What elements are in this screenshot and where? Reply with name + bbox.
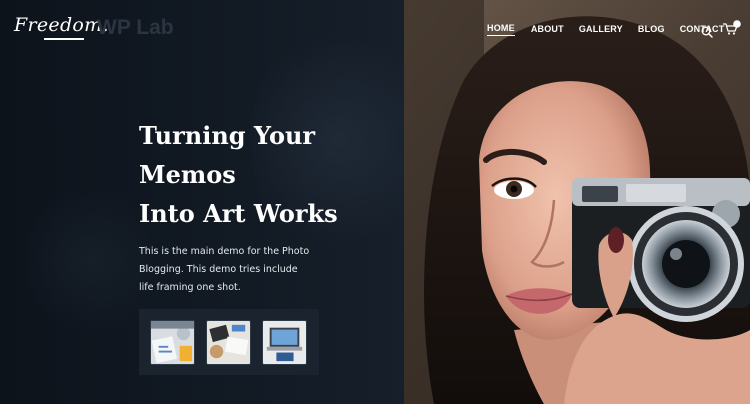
hero-title-line: Turning Your bbox=[139, 121, 316, 150]
hero-text-panel: Freedom. WP Lab Turning Your Memos Into … bbox=[0, 0, 404, 404]
nav-about[interactable]: ABOUT bbox=[531, 24, 564, 34]
nav-blog[interactable]: BLOG bbox=[638, 24, 665, 34]
cart-badge bbox=[733, 20, 741, 28]
hero-title-line: Into Art Works bbox=[139, 199, 338, 228]
desk-thumbnail[interactable] bbox=[206, 319, 251, 365]
main-nav: HOME ABOUT GALLERY BLOG CONTACT bbox=[487, 22, 724, 36]
site-logo[interactable]: Freedom. bbox=[14, 14, 109, 36]
workspace-thumbnail[interactable] bbox=[150, 319, 195, 365]
cart-icon[interactable] bbox=[722, 20, 742, 36]
site-ghost-title: WP Lab bbox=[97, 16, 174, 39]
hero-description: This is the main demo for the Photo Blog… bbox=[139, 246, 310, 293]
hero-title-line: Memos bbox=[139, 160, 236, 189]
nav-home[interactable]: HOME bbox=[487, 23, 515, 36]
hero-photo bbox=[404, 0, 750, 404]
laptop-thumbnail[interactable] bbox=[262, 319, 307, 365]
thumbnail-strip bbox=[139, 309, 319, 375]
logo-underline bbox=[44, 38, 84, 40]
nav-gallery[interactable]: GALLERY bbox=[579, 24, 623, 34]
search-icon[interactable] bbox=[701, 23, 713, 38]
hero-title: Turning Your Memos Into Art Works bbox=[139, 116, 389, 233]
